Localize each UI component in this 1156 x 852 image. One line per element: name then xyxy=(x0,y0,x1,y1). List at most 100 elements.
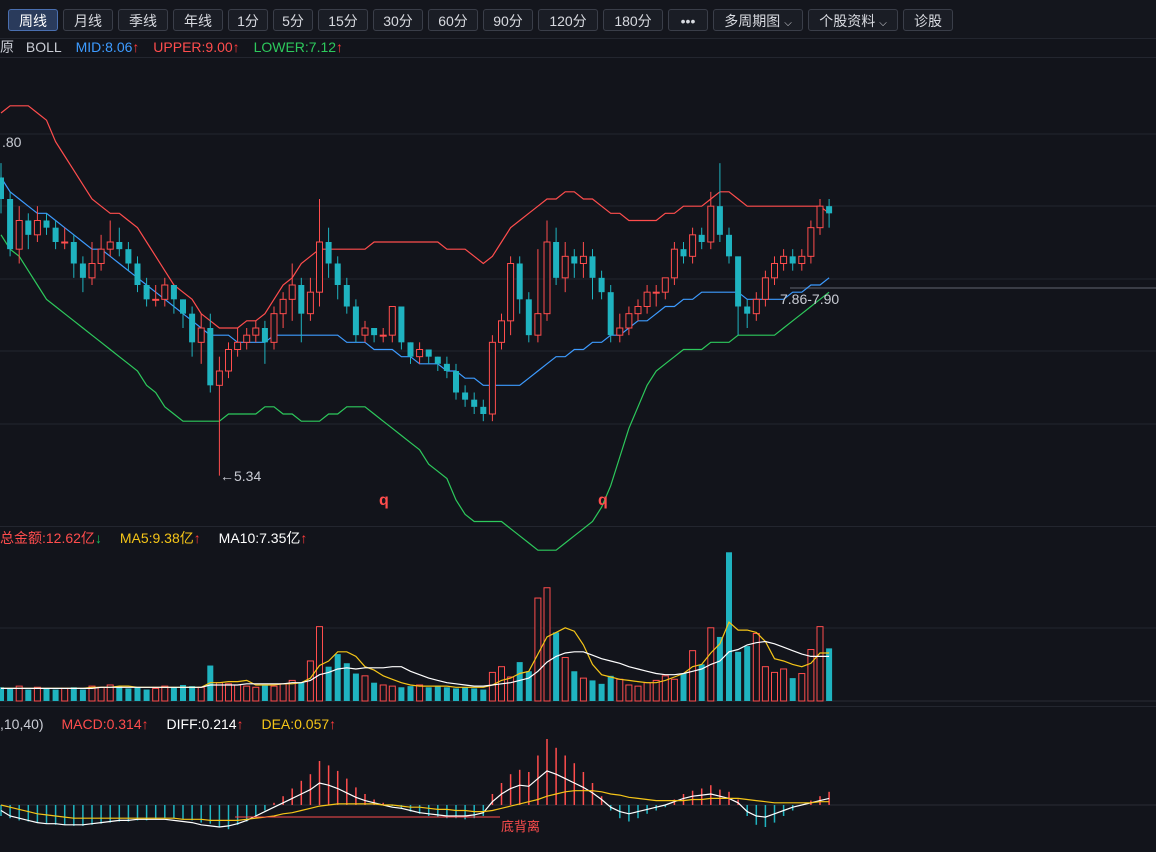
candle xyxy=(106,220,114,257)
candle xyxy=(516,256,523,314)
tab-quarter[interactable]: 季线 xyxy=(118,9,168,31)
tab-label: 多周期图 xyxy=(724,13,781,29)
volume-bar xyxy=(826,648,833,701)
divider xyxy=(0,706,1156,707)
candle xyxy=(371,328,378,343)
volume-bar xyxy=(79,689,86,701)
tab-180min[interactable]: 180分 xyxy=(603,9,663,31)
volume-bar xyxy=(361,675,369,702)
volume-bar xyxy=(752,633,760,702)
volume-bar xyxy=(52,689,59,701)
volume-bar xyxy=(625,684,633,702)
volume-bar xyxy=(443,687,450,701)
candle xyxy=(488,335,496,422)
volume-bar xyxy=(798,673,806,702)
candle xyxy=(88,242,96,285)
volume-bar xyxy=(780,668,788,702)
candle xyxy=(634,299,642,321)
chevron-down-icon: ⌵ xyxy=(784,18,792,29)
candle xyxy=(752,292,760,321)
volume-bar xyxy=(434,686,441,701)
volume-bar xyxy=(279,683,287,702)
up-arrow-icon: ↑ xyxy=(300,530,308,546)
volume-bar xyxy=(33,686,41,702)
candle xyxy=(798,249,806,271)
up-arrow-icon: ↑ xyxy=(132,39,140,55)
tab-60min[interactable]: 60分 xyxy=(428,9,478,31)
boll-lower-value: LOWER:7.12 xyxy=(253,39,337,55)
tab-more[interactable]: ••• xyxy=(668,9,708,31)
candle xyxy=(407,342,414,364)
tab-120min[interactable]: 120分 xyxy=(538,9,598,31)
candle xyxy=(816,199,824,235)
tab-1min[interactable]: 1分 xyxy=(228,9,268,31)
price-low-label: ←5.34 xyxy=(220,468,261,484)
tab-multi-period[interactable]: 多周期图 ⌵ xyxy=(713,9,803,31)
tab-label: 120分 xyxy=(549,13,587,29)
boll-upper-line xyxy=(0,105,830,329)
signal-marker: q xyxy=(598,492,608,509)
tab-stock-info[interactable]: 个股资料 ⌵ xyxy=(808,9,898,31)
candle xyxy=(425,349,432,364)
volume-bar xyxy=(252,686,260,702)
down-arrow-icon: ↓ xyxy=(94,530,102,546)
divergence-label: 底背离 xyxy=(501,819,540,834)
volume-bar xyxy=(43,688,50,701)
tab-90min[interactable]: 90分 xyxy=(483,9,533,31)
candle xyxy=(498,313,505,350)
candle xyxy=(589,249,596,300)
candle xyxy=(170,285,177,314)
macd-params: ,10,40) xyxy=(0,716,44,732)
volume-bar xyxy=(407,686,414,701)
boll-name[interactable]: BOLL xyxy=(26,39,62,55)
tab-30min[interactable]: 30分 xyxy=(373,9,423,31)
candle xyxy=(561,242,569,293)
candle xyxy=(761,270,769,307)
candle xyxy=(306,277,314,321)
volume-bar xyxy=(735,651,742,701)
tab-week[interactable]: 周线 xyxy=(8,9,58,31)
up-arrow-icon: ↑ xyxy=(232,39,240,55)
candle xyxy=(298,277,305,343)
volume-bar xyxy=(298,682,305,701)
volume-bar xyxy=(161,685,169,702)
tab-month[interactable]: 月线 xyxy=(63,9,113,31)
tab-5min[interactable]: 5分 xyxy=(273,9,313,31)
volume-bar xyxy=(661,675,669,702)
volume-bar xyxy=(807,649,815,702)
tab-label: 季线 xyxy=(129,13,157,29)
volume-bar xyxy=(388,685,396,702)
volume-bar xyxy=(306,660,314,702)
candle xyxy=(152,285,160,307)
tab-label: 诊股 xyxy=(914,13,942,29)
period-toolbar: 周线 月线 季线 年线 1分 5分 15分 30分 60分 90分 120分 180分 ••• 多周期图 ⌵… xyxy=(0,0,1156,39)
candle xyxy=(543,220,551,321)
volume-bar xyxy=(634,685,642,702)
candle xyxy=(780,249,788,271)
tab-year[interactable]: 年线 xyxy=(173,9,223,31)
tab-label: 个股资料 xyxy=(819,13,876,29)
tab-label: 30分 xyxy=(383,13,413,29)
volume-bar xyxy=(670,678,678,702)
divider xyxy=(0,57,1156,58)
volume-bar xyxy=(680,673,687,701)
up-arrow-icon: ↑ xyxy=(329,716,337,732)
candle xyxy=(61,227,69,250)
candle xyxy=(125,242,132,271)
candle xyxy=(726,227,732,264)
volume-bar xyxy=(643,682,651,702)
volume-bar xyxy=(698,664,705,701)
candle xyxy=(288,263,296,321)
tab-label: 周线 xyxy=(19,13,47,29)
volume-bar xyxy=(453,688,459,701)
tab-diagnose[interactable]: 诊股 xyxy=(903,9,953,31)
volume-bar xyxy=(189,686,196,701)
volume-bar xyxy=(325,666,332,701)
volume-bar xyxy=(234,684,242,702)
volume-bar xyxy=(607,675,614,701)
volume-bar xyxy=(789,678,796,701)
tab-15min[interactable]: 15分 xyxy=(318,9,368,31)
candle xyxy=(744,299,751,328)
candle xyxy=(25,213,32,250)
candle xyxy=(189,306,196,357)
